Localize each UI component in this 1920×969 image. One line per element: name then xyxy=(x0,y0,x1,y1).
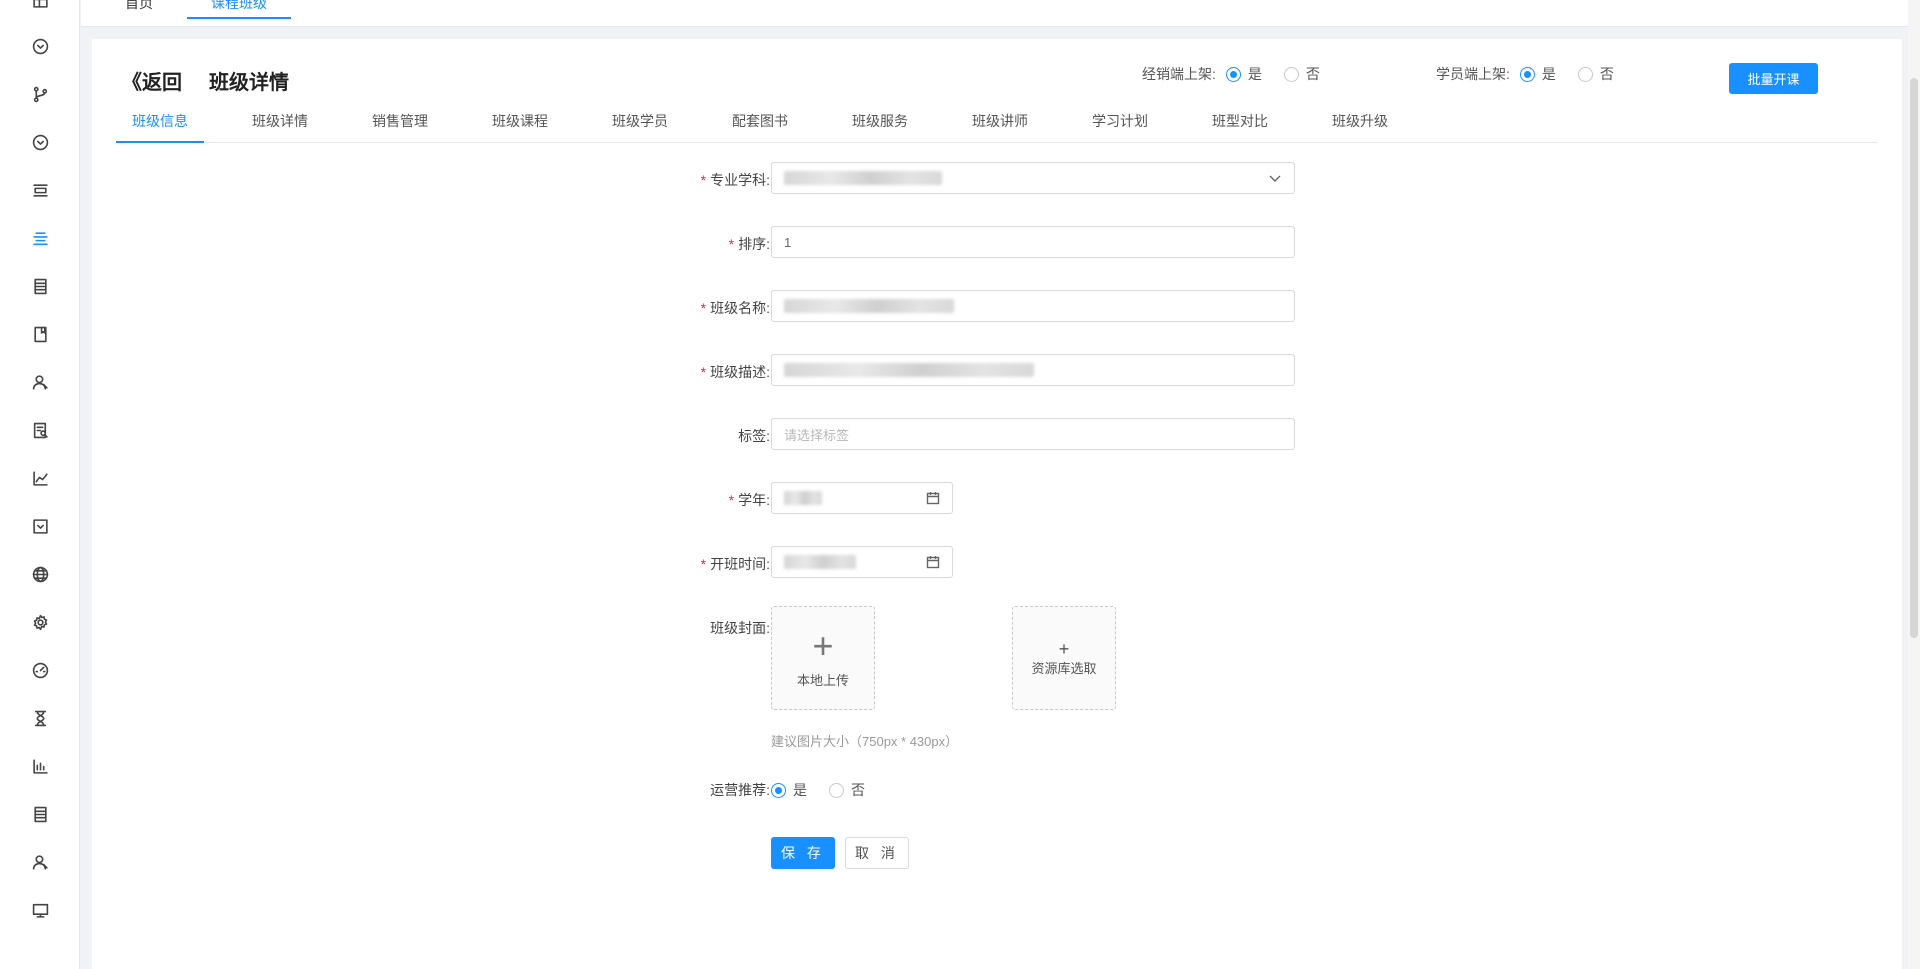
tab-sales[interactable]: 销售管理 xyxy=(356,112,444,143)
cancel-button[interactable]: 取 消 xyxy=(845,837,909,869)
dashboard-icon[interactable] xyxy=(28,658,52,682)
class-desc-label: * 班级描述: xyxy=(700,364,770,380)
student-shelf-no-radio[interactable]: 否 xyxy=(1577,64,1614,84)
tab-books[interactable]: 配套图书 xyxy=(716,112,804,143)
tag-select[interactable]: 请选择标签 xyxy=(771,418,1295,450)
users-icon[interactable] xyxy=(28,370,52,394)
dealer-shelf-yes-radio[interactable]: 是 xyxy=(1225,64,1262,84)
report-icon[interactable] xyxy=(28,418,52,442)
layers-icon[interactable] xyxy=(28,178,52,202)
document-icon[interactable] xyxy=(28,802,52,826)
document-icon[interactable] xyxy=(28,274,52,298)
branch-icon[interactable] xyxy=(28,82,52,106)
calendar-icon xyxy=(926,555,940,569)
tab-course-class[interactable]: 课程班级 xyxy=(187,0,291,19)
year-label: * 学年: xyxy=(728,492,770,508)
recommend-group: 是 否 xyxy=(761,780,865,800)
page-title: 班级详情 xyxy=(209,72,289,94)
plus-icon: + xyxy=(1058,638,1070,659)
users-icon[interactable] xyxy=(28,850,52,874)
subject-select[interactable] xyxy=(771,162,1295,194)
hourglass-icon[interactable] xyxy=(28,706,52,730)
monitor-icon[interactable] xyxy=(28,898,52,922)
class-desc-input[interactable] xyxy=(771,354,1295,386)
list-icon[interactable] xyxy=(28,226,52,250)
save-button[interactable]: 保 存 xyxy=(771,837,835,869)
chevron-circle-icon[interactable] xyxy=(28,130,52,154)
batch-open-button[interactable]: 批量开课 xyxy=(1729,63,1818,94)
order-input[interactable]: 1 xyxy=(771,226,1295,258)
tab-home[interactable]: 首页 xyxy=(125,0,153,19)
home-icon[interactable] xyxy=(28,0,52,12)
student-shelf-label: 学员端上架: xyxy=(1436,66,1510,82)
bar-chart-icon[interactable] xyxy=(28,754,52,778)
recommend-no-radio[interactable]: 否 xyxy=(829,780,865,800)
student-shelf-yes-radio[interactable]: 是 xyxy=(1519,64,1556,84)
start-time-picker[interactable] xyxy=(771,546,953,578)
sub-tab-bar: 班级信息 班级详情 销售管理 班级课程 班级学员 配套图书 班级服务 班级讲师 … xyxy=(116,112,1878,143)
cover-size-hint: 建议图片大小（750px * 430px） xyxy=(771,734,959,749)
cover-label: 班级封面: xyxy=(710,620,770,636)
top-tab-bar: 首页 课程班级 xyxy=(81,0,1920,27)
tab-class-service[interactable]: 班级服务 xyxy=(836,112,924,143)
scrollbar[interactable] xyxy=(1908,0,1920,969)
subject-label: * 专业学科: xyxy=(700,172,770,188)
start-time-label: * 开班时间: xyxy=(700,556,770,572)
class-name-label: * 班级名称: xyxy=(700,300,770,316)
chart-line-icon[interactable] xyxy=(28,466,52,490)
gear-icon[interactable] xyxy=(28,610,52,634)
recommend-yes-radio[interactable]: 是 xyxy=(771,780,807,800)
book-icon[interactable] xyxy=(28,322,52,346)
tab-class-detail[interactable]: 班级详情 xyxy=(236,112,324,143)
tab-class-teachers[interactable]: 班级讲师 xyxy=(956,112,1044,143)
tab-class-courses[interactable]: 班级课程 xyxy=(476,112,564,143)
scroll-thumb[interactable] xyxy=(1910,78,1918,638)
chevron-down-icon xyxy=(1268,171,1282,185)
dealer-shelf-no-radio[interactable]: 否 xyxy=(1283,64,1320,84)
library-select-button[interactable]: + 资源库选取 xyxy=(1012,606,1116,710)
class-name-input[interactable] xyxy=(771,290,1295,322)
order-label: * 排序: xyxy=(728,236,770,252)
year-picker[interactable] xyxy=(771,482,953,514)
plus-icon: + xyxy=(812,624,834,666)
calendar-icon xyxy=(926,491,940,505)
chevron-circle-icon[interactable] xyxy=(28,34,52,58)
sidebar xyxy=(0,0,80,969)
dealer-shelf-group: 经销端上架: 是 否 xyxy=(1142,64,1320,84)
dealer-shelf-label: 经销端上架: xyxy=(1142,66,1216,82)
tab-class-upgrade[interactable]: 班级升级 xyxy=(1316,112,1404,143)
tag-label: 标签: xyxy=(738,428,770,444)
tab-study-plan[interactable]: 学习计划 xyxy=(1076,112,1164,143)
tab-class-compare[interactable]: 班型对比 xyxy=(1196,112,1284,143)
back-button[interactable]: 《返回 xyxy=(122,66,182,95)
tab-class-students[interactable]: 班级学员 xyxy=(596,112,684,143)
local-upload-button[interactable]: + 本地上传 xyxy=(771,606,875,710)
checkbox-icon[interactable] xyxy=(28,514,52,538)
student-shelf-group: 学员端上架: 是 否 xyxy=(1436,64,1614,84)
globe-icon[interactable] xyxy=(28,562,52,586)
tab-class-info[interactable]: 班级信息 xyxy=(116,112,204,143)
